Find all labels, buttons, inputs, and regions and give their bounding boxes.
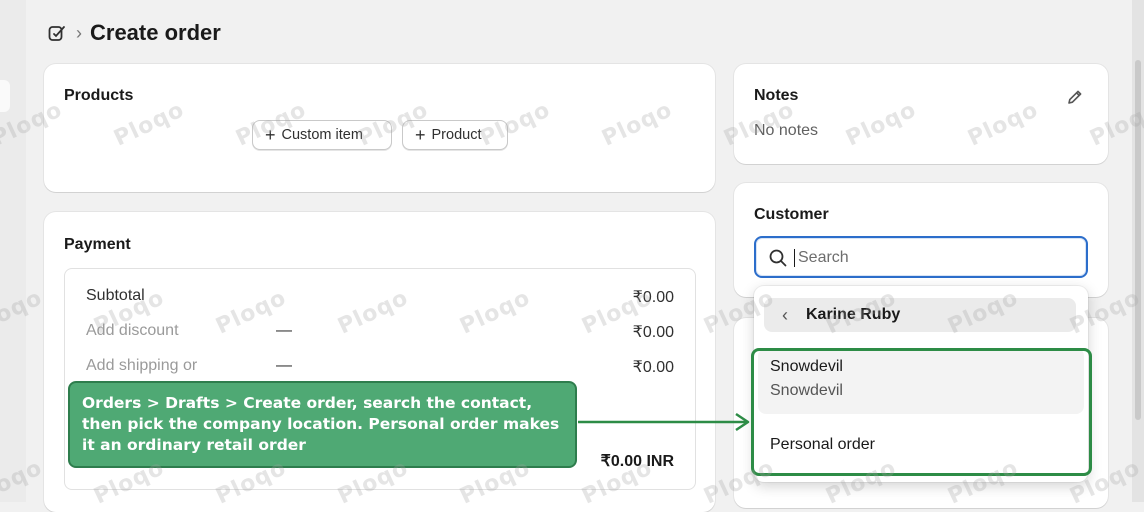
shipping-value: ₹0.00 (632, 359, 674, 376)
payment-title: Payment (64, 236, 131, 253)
products-title: Products (64, 87, 134, 104)
notes-title: Notes (754, 87, 799, 104)
notes-card (734, 64, 1108, 164)
customer-title: Customer (754, 206, 829, 223)
pencil-icon[interactable] (1066, 88, 1084, 111)
scrollbar-thumb[interactable] (1135, 60, 1141, 420)
discount-value: ₹0.00 (632, 324, 674, 341)
plus-icon: + (415, 125, 426, 145)
text-caret (794, 249, 795, 267)
customer-search-field[interactable] (754, 236, 1088, 278)
callout-arrow-icon (578, 412, 750, 432)
scrollbar[interactable] (1132, 0, 1144, 502)
subtotal-label: Subtotal (86, 287, 145, 304)
notes-value: No notes (754, 122, 819, 139)
sidebar-tab[interactable] (0, 80, 10, 112)
subtotal-value: ₹0.00 (632, 289, 674, 306)
plus-icon: + (265, 125, 276, 145)
customer-search-input[interactable] (796, 244, 1080, 272)
selected-customer-name: Karine Ruby (806, 306, 901, 323)
add-discount-link[interactable]: Add discount (86, 322, 179, 340)
breadcrumb-separator: › (76, 22, 82, 43)
chevron-left-icon: ‹ (782, 304, 788, 325)
total-value: ₹0.00 INR (600, 453, 674, 470)
custom-item-label: Custom item (281, 127, 363, 143)
page-header: › Create order (46, 16, 221, 50)
discount-dash: — (276, 322, 292, 339)
edit-order-icon[interactable] (46, 22, 68, 44)
product-label: Product (431, 127, 482, 143)
shipping-dash: — (276, 357, 292, 374)
left-sidebar-strip (0, 0, 26, 502)
custom-item-button[interactable]: + Custom item (252, 120, 392, 150)
instruction-callout: Orders > Drafts > Create order, search t… (68, 381, 577, 468)
highlight-outline (751, 348, 1092, 476)
page-title: Create order (90, 20, 221, 45)
back-to-customer-button[interactable]: ‹ Karine Ruby (764, 298, 1076, 332)
add-shipping-link[interactable]: Add shipping or (86, 357, 197, 375)
add-product-button[interactable]: + Product (402, 120, 508, 150)
search-icon (768, 248, 788, 273)
